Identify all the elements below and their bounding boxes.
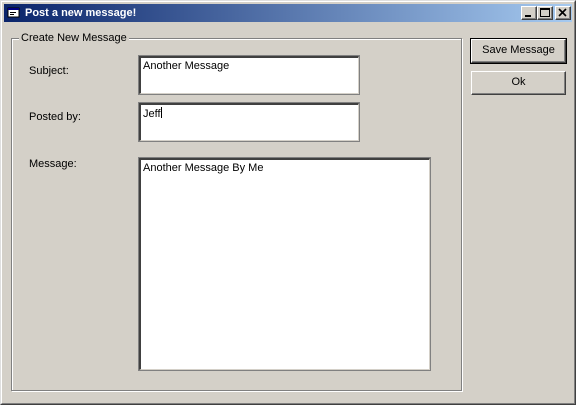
title-bar[interactable]: Post a new message! (4, 4, 572, 22)
close-icon (558, 8, 567, 17)
message-label: Message: (29, 158, 77, 170)
close-button[interactable] (555, 6, 571, 20)
save-message-button[interactable]: Save Message (470, 38, 567, 64)
app-icon[interactable] (7, 6, 21, 20)
maximize-button[interactable] (537, 6, 553, 20)
window-title: Post a new message! (25, 7, 137, 19)
posted-by-label: Posted by: (29, 111, 81, 123)
subject-input[interactable]: Another Message (138, 55, 360, 95)
maximize-icon (540, 8, 550, 17)
minimize-button[interactable] (521, 6, 537, 20)
subject-label: Subject: (29, 65, 69, 77)
posted-by-value: Jeff (143, 108, 161, 120)
text-caret (160, 107, 162, 118)
post-message-window: Post a new message! Create New Message S… (0, 0, 576, 405)
message-textarea[interactable]: Another Message By Me (138, 157, 431, 371)
minimize-icon (525, 15, 531, 17)
ok-button[interactable]: Ok (471, 71, 566, 95)
posted-by-input[interactable]: Jeff (138, 102, 360, 142)
groupbox-label: Create New Message (19, 32, 129, 44)
